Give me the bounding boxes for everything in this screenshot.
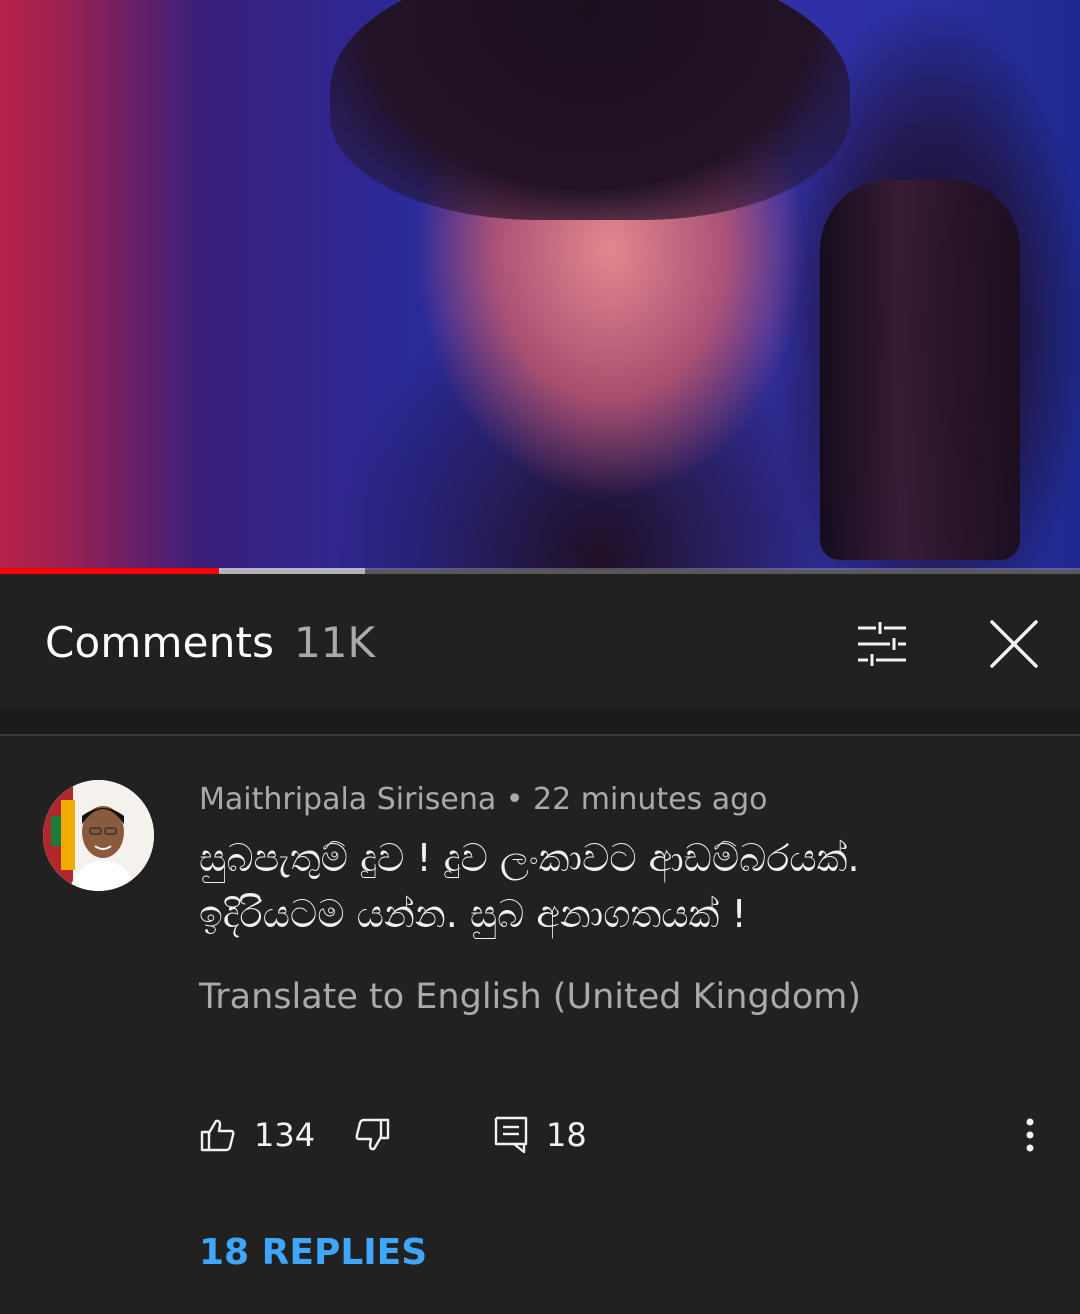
comments-title: Comments [45,618,275,667]
video-player[interactable] [0,0,1080,570]
close-comments-button[interactable] [984,614,1044,674]
like-button[interactable]: 134 [200,1105,315,1165]
comment-author[interactable]: Maithripala Sirisena [199,782,496,817]
comment-line: සුබපැතුම් දුව ! දුව ලංකාවට ආඩම්බරයක්. [199,836,860,880]
sort-comments-button[interactable] [852,614,912,674]
avatar-portrait-icon [43,780,154,891]
close-icon [990,620,1038,668]
reply-button[interactable]: 18 [494,1105,587,1165]
more-options-button[interactable] [1010,1105,1050,1165]
like-count: 134 [254,1116,316,1154]
comments-count: 11K [294,618,375,667]
comment-time: 22 minutes ago [533,782,768,817]
translate-link[interactable]: Translate to English (United Kingdom) [199,977,861,1017]
more-vertical-icon [1026,1118,1034,1152]
comment-reply-icon [494,1116,528,1154]
sort-filter-icon [858,622,906,666]
comment-text: සුබපැතුම් දුව ! දුව ලංකාවට ආඩම්බරයක්. ඉද… [199,830,1039,942]
thumbs-down-icon [355,1118,390,1151]
comment-actions: 134 18 [0,1105,1080,1165]
reply-count: 18 [546,1116,587,1154]
meta-separator: • [496,782,534,817]
video-frame-microphone [820,180,1020,560]
dislike-button[interactable] [354,1105,390,1165]
header-divider [0,709,1080,736]
comment-line: ඉදිරියටම යන්න. සුබ අනාගතයක් ! [199,892,747,936]
comment-meta: Maithripala Sirisena • 22 minutes ago [199,782,768,817]
thumbs-up-icon [200,1119,235,1152]
comments-header: Comments 11K [0,574,1080,709]
view-replies-link[interactable]: 18 REPLIES [199,1232,427,1273]
video-frame-figure [330,0,850,220]
avatar[interactable] [43,780,154,891]
